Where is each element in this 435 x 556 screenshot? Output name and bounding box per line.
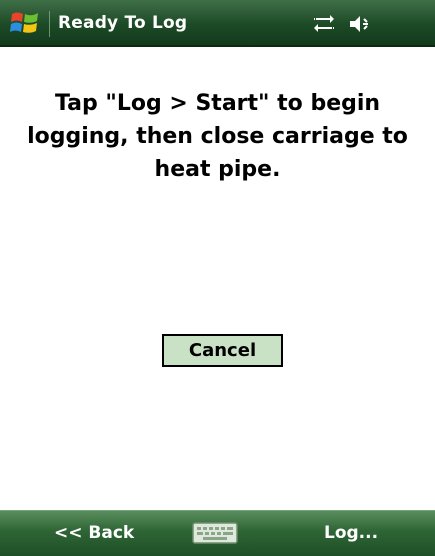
message-line-3: heat pipe. [154,157,281,182]
message-line-1: Tap "Log > Start" to begin [54,91,381,116]
keyboard-icon[interactable] [192,522,238,544]
softkey-menu-bar: << Back Log... [0,510,435,556]
title-bar: Ready To Log [0,0,435,47]
message-line-2: logging, then close carriage to [27,124,408,149]
back-softkey[interactable]: << Back [54,523,134,543]
cancel-button[interactable]: Cancel [162,334,283,367]
log-menu-softkey[interactable]: Log... [324,523,378,543]
title-separator [49,11,50,37]
speaker-volume-icon[interactable] [348,13,372,35]
instruction-message: Tap "Log > Start" to begin logging, then… [10,87,425,186]
windows-start-icon[interactable] [10,9,40,37]
window-title: Ready To Log [58,13,188,33]
connectivity-arrows-icon[interactable] [313,14,335,34]
